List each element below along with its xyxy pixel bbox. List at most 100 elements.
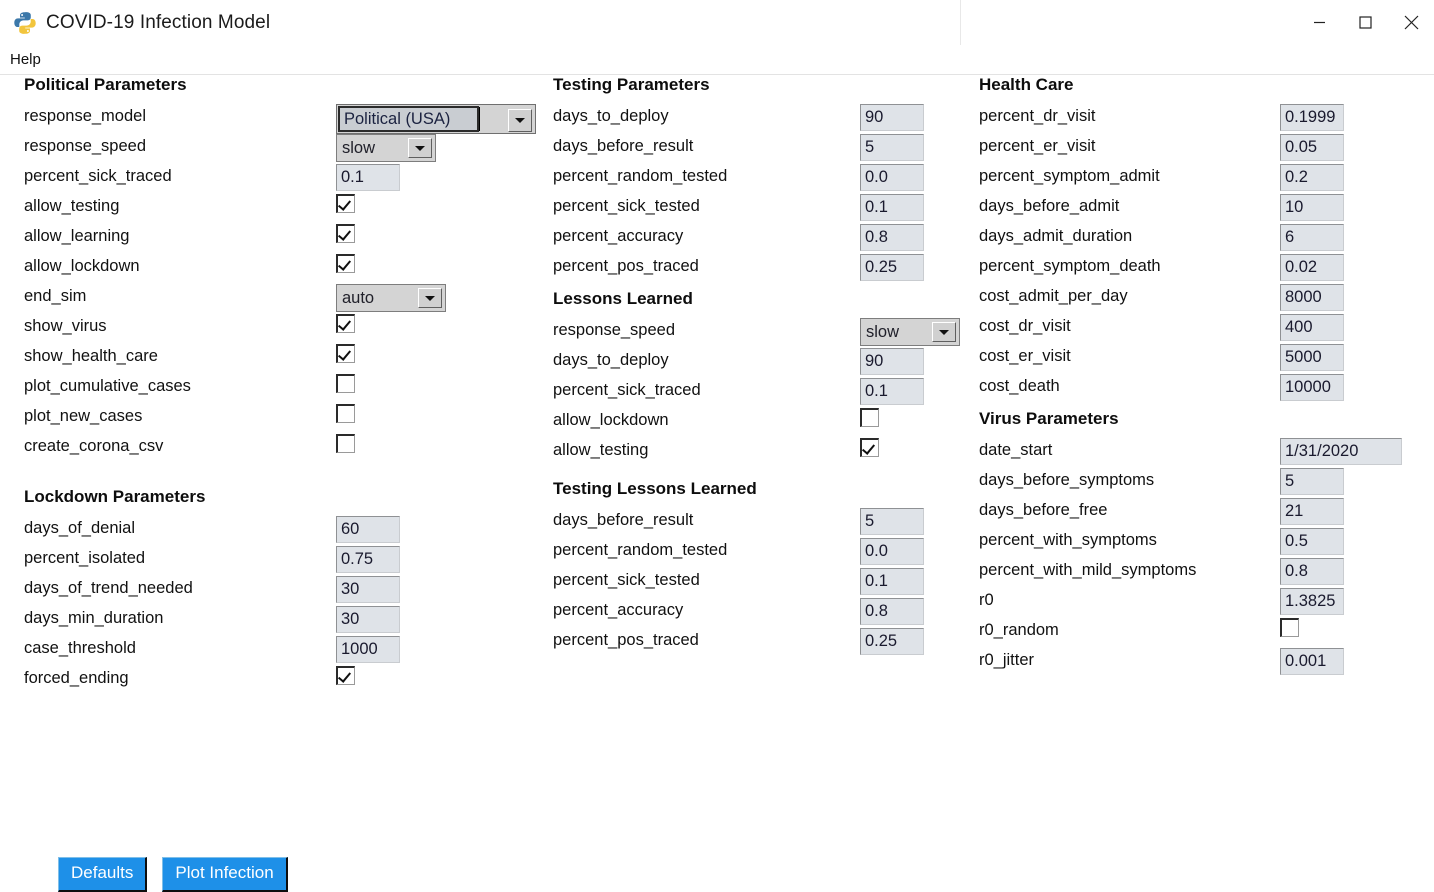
parameter-row: end_sim auto bbox=[24, 281, 534, 312]
parameter-label-days-of-denial: days_of_denial bbox=[24, 519, 136, 537]
group-testing-lessons-learned: days_before_result 5 percent_random_tested… bbox=[553, 505, 963, 655]
maximize-icon[interactable] bbox=[1342, 0, 1388, 45]
parameter-row: percent_er_visit 0.05 bbox=[979, 131, 1419, 161]
parameter-label-forced-ending: forced_ending bbox=[24, 669, 129, 687]
parameter-label-percent-sick-tested: percent_sick_tested bbox=[553, 197, 700, 215]
parameter-label-r0-jitter: r0_jitter bbox=[979, 651, 1035, 669]
parameters-panel: Political Parameters response_model Polit… bbox=[0, 75, 1434, 892]
input-percent-symptom-admit[interactable]: 0.2 bbox=[1280, 164, 1344, 191]
checkbox-forced-ending[interactable] bbox=[336, 666, 355, 685]
checkbox-plot-cumulative-cases[interactable] bbox=[336, 374, 355, 393]
checkbox-show-virus[interactable] bbox=[336, 314, 355, 333]
input-percent-sick-tested[interactable]: 0.1 bbox=[860, 194, 924, 221]
input-r0[interactable]: 1.3825 bbox=[1280, 588, 1344, 615]
input-days-of-trend-needed[interactable]: 30 bbox=[336, 576, 400, 603]
parameter-row: percent_pos_traced 0.25 bbox=[553, 251, 963, 281]
parameter-row: days_before_result 5 bbox=[553, 131, 963, 161]
parameter-label-days-before-symptoms: days_before_symptoms bbox=[979, 471, 1155, 489]
dropdown-response-speed[interactable]: slow bbox=[860, 318, 960, 346]
section-title-testing-parameters: Testing Parameters bbox=[553, 75, 710, 94]
input-percent-symptom-death[interactable]: 0.02 bbox=[1280, 254, 1344, 281]
parameter-label-percent-accuracy: percent_accuracy bbox=[553, 227, 684, 245]
checkbox-show-health-care[interactable] bbox=[336, 344, 355, 363]
checkbox-allow-lockdown[interactable] bbox=[860, 408, 879, 427]
input-percent-dr-visit[interactable]: 0.1999 bbox=[1280, 104, 1344, 131]
input-days-of-denial[interactable]: 60 bbox=[336, 516, 400, 543]
parameter-label-days-to-deploy: days_to_deploy bbox=[553, 351, 669, 369]
chevron-down-icon[interactable] bbox=[418, 288, 442, 308]
input-percent-accuracy[interactable]: 0.8 bbox=[860, 598, 924, 625]
input-cost-er-visit[interactable]: 5000 bbox=[1280, 344, 1344, 371]
dropdown-end-sim[interactable]: auto bbox=[336, 284, 446, 312]
input-percent-sick-traced[interactable]: 0.1 bbox=[336, 164, 400, 191]
parameter-row: percent_accuracy 0.8 bbox=[553, 595, 963, 625]
input-percent-pos-traced[interactable]: 0.25 bbox=[860, 254, 924, 281]
close-icon[interactable] bbox=[1388, 0, 1434, 45]
input-cost-admit-per-day[interactable]: 8000 bbox=[1280, 284, 1344, 311]
checkbox-allow-testing[interactable] bbox=[860, 438, 879, 457]
dropdown-response-model[interactable]: Political (USA) bbox=[336, 104, 536, 134]
menu-item-help[interactable]: Help bbox=[0, 45, 49, 74]
input-cost-death[interactable]: 10000 bbox=[1280, 374, 1344, 401]
parameter-label-percent-dr-visit: percent_dr_visit bbox=[979, 107, 1096, 125]
parameter-row: percent_dr_visit 0.1999 bbox=[979, 101, 1419, 131]
parameter-row: cost_dr_visit 400 bbox=[979, 311, 1419, 341]
checkbox-plot-new-cases[interactable] bbox=[336, 404, 355, 423]
parameter-label-create-corona-csv: create_corona_csv bbox=[24, 437, 164, 455]
checkbox-create-corona-csv[interactable] bbox=[336, 434, 355, 453]
input-days-to-deploy[interactable]: 90 bbox=[860, 348, 924, 375]
section-title-political-parameters: Political Parameters bbox=[24, 75, 187, 94]
input-percent-sick-traced[interactable]: 0.1 bbox=[860, 378, 924, 405]
input-percent-random-tested[interactable]: 0.0 bbox=[860, 538, 924, 565]
group-testing-parameters: days_to_deploy 90 days_before_result 5 perce… bbox=[553, 101, 963, 281]
parameter-row: case_threshold 1000 bbox=[24, 633, 534, 663]
parameter-row: allow_lockdown bbox=[553, 405, 963, 435]
input-days-to-deploy[interactable]: 90 bbox=[860, 104, 924, 131]
minimize-icon[interactable] bbox=[1296, 0, 1342, 45]
input-days-before-result[interactable]: 5 bbox=[860, 134, 924, 161]
input-percent-random-tested[interactable]: 0.0 bbox=[860, 164, 924, 191]
input-r0-jitter[interactable]: 0.001 bbox=[1280, 648, 1344, 675]
parameter-label-allow-lockdown: allow_lockdown bbox=[24, 257, 140, 275]
defaults-button[interactable]: Defaults bbox=[58, 857, 148, 892]
parameter-row: cost_death 10000 bbox=[979, 371, 1419, 401]
parameter-label-r0-random: r0_random bbox=[979, 621, 1059, 639]
input-case-threshold[interactable]: 1000 bbox=[336, 636, 400, 663]
dropdown-response-speed[interactable]: slow bbox=[336, 134, 436, 162]
input-percent-pos-traced[interactable]: 0.25 bbox=[860, 628, 924, 655]
input-days-admit-duration[interactable]: 6 bbox=[1280, 224, 1344, 251]
checkbox-allow-testing[interactable] bbox=[336, 194, 355, 213]
parameter-row: percent_pos_traced 0.25 bbox=[553, 625, 963, 655]
parameter-row: days_of_trend_needed 30 bbox=[24, 573, 534, 603]
checkbox-r0-random[interactable] bbox=[1280, 618, 1299, 637]
input-days-before-symptoms[interactable]: 5 bbox=[1280, 468, 1344, 495]
input-percent-er-visit[interactable]: 0.05 bbox=[1280, 134, 1344, 161]
input-percent-isolated[interactable]: 0.75 bbox=[336, 546, 400, 573]
chevron-down-icon[interactable] bbox=[932, 322, 956, 342]
input-days-before-result[interactable]: 5 bbox=[860, 508, 924, 535]
plot-infection-button[interactable]: Plot Infection bbox=[162, 857, 288, 892]
input-days-before-admit[interactable]: 10 bbox=[1280, 194, 1344, 221]
input-days-before-free[interactable]: 21 bbox=[1280, 498, 1344, 525]
input-days-min-duration[interactable]: 30 bbox=[336, 606, 400, 633]
section-title-testing-lessons-learned: Testing Lessons Learned bbox=[553, 479, 757, 498]
input-percent-accuracy[interactable]: 0.8 bbox=[860, 224, 924, 251]
parameter-row: allow_testing bbox=[24, 191, 534, 221]
parameter-label-percent-sick-tested: percent_sick_tested bbox=[553, 571, 700, 589]
input-percent-with-symptoms[interactable]: 0.5 bbox=[1280, 528, 1344, 555]
input-date-start[interactable]: 1/31/2020 bbox=[1280, 438, 1402, 465]
parameter-label-percent-isolated: percent_isolated bbox=[24, 549, 146, 567]
input-cost-dr-visit[interactable]: 400 bbox=[1280, 314, 1344, 341]
menu-bar: Help bbox=[0, 45, 1434, 75]
parameter-row: percent_sick_traced 0.1 bbox=[24, 161, 534, 191]
chevron-down-icon[interactable] bbox=[408, 138, 432, 158]
input-percent-sick-tested[interactable]: 0.1 bbox=[860, 568, 924, 595]
parameter-row: allow_learning bbox=[24, 221, 534, 251]
checkbox-allow-learning[interactable] bbox=[336, 224, 355, 243]
chevron-down-icon[interactable] bbox=[508, 109, 532, 132]
parameter-label-allow-testing: allow_testing bbox=[24, 197, 120, 215]
checkbox-allow-lockdown[interactable] bbox=[336, 254, 355, 273]
input-percent-with-mild-symptoms[interactable]: 0.8 bbox=[1280, 558, 1344, 585]
parameter-row: show_health_care bbox=[24, 341, 534, 371]
dropdown-value: slow bbox=[866, 323, 900, 341]
